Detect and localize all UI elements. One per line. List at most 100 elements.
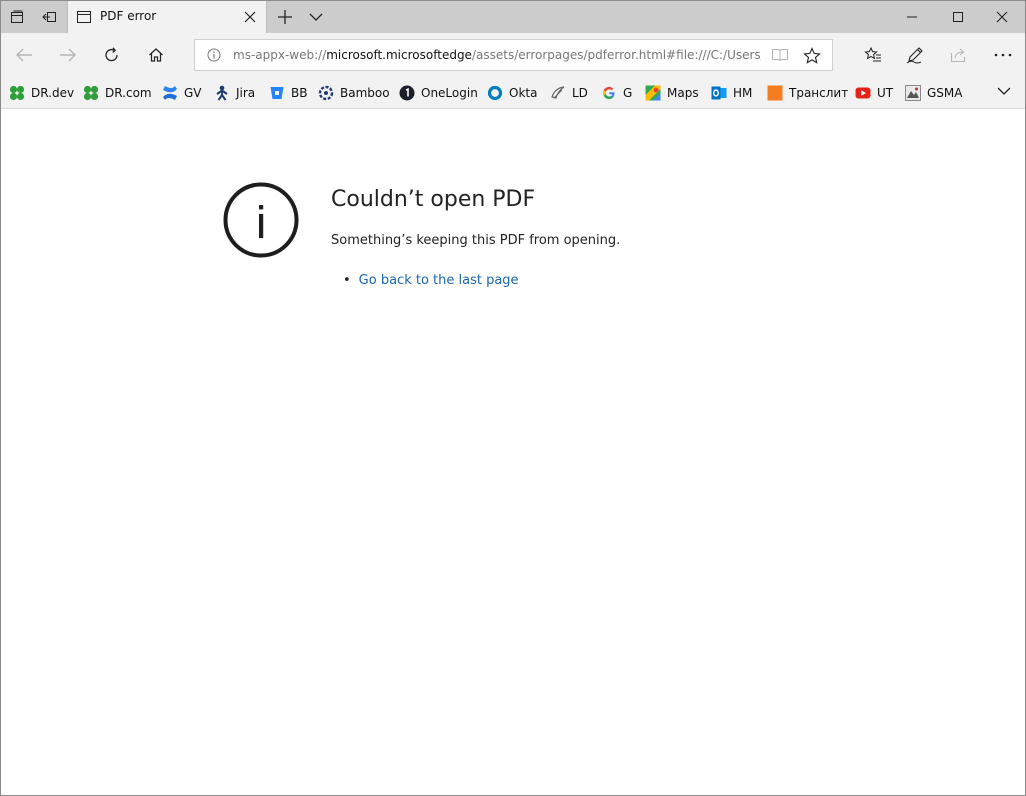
error-description: Something’s keeping this PDF from openin… <box>331 233 621 248</box>
more-menu-button[interactable] <box>987 39 1019 71</box>
favorite-translit[interactable]: Транслит <box>767 84 848 102</box>
favorite-onelogin[interactable]: OneLogin <box>399 84 478 102</box>
more-dots-icon <box>994 53 1012 57</box>
page-title: Couldn’t open PDF <box>331 187 536 212</box>
site-info-icon[interactable] <box>207 48 221 62</box>
window-close-button[interactable] <box>979 1 1025 33</box>
chevron-down-icon[interactable] <box>997 85 1011 97</box>
minimize-button[interactable] <box>889 1 935 33</box>
gsma-icon <box>905 85 921 101</box>
favorites-hub-button[interactable] <box>857 39 889 71</box>
maximize-icon <box>953 12 963 22</box>
favorites-bar: DR.dev DR.com GV Jira BB Bamboo OneLogin <box>1 77 1025 109</box>
favorite-label: UT <box>877 86 894 100</box>
refresh-icon <box>105 47 118 62</box>
url-host: microsoft.microsoftedge <box>326 48 472 62</box>
share-icon <box>950 48 966 63</box>
address-bar[interactable]: ms-appx-web://microsoft.microsoftedge/as… <box>194 39 833 71</box>
favorites-list-icon <box>864 47 881 62</box>
jira-icon <box>216 85 228 101</box>
favorite-okta[interactable]: Okta <box>487 84 537 102</box>
favorite-bb[interactable]: BB <box>269 84 307 102</box>
close-icon <box>244 11 256 23</box>
outlook-icon <box>711 86 727 100</box>
confluence-icon <box>163 86 177 100</box>
forward-button[interactable] <box>52 39 84 71</box>
home-button[interactable] <box>140 39 172 71</box>
onelogin-icon <box>399 85 415 101</box>
favorite-jira[interactable]: Jira <box>214 84 255 102</box>
ld-icon <box>551 86 565 99</box>
favorite-dr-dev[interactable]: DR.dev <box>9 84 74 102</box>
tabs-aside-button[interactable] <box>1 1 33 33</box>
bitbucket-icon <box>270 87 284 99</box>
arrow-left-icon <box>16 48 32 62</box>
minimize-icon <box>907 16 917 18</box>
maximize-button[interactable] <box>935 1 981 33</box>
favorite-label: LD <box>572 86 588 100</box>
chevron-down-icon <box>309 13 323 21</box>
favorite-label: G <box>623 86 633 100</box>
favorite-label: DR.com <box>105 86 152 100</box>
favorite-label: GSMA <box>927 86 963 100</box>
favorite-dr-com[interactable]: DR.com <box>83 84 152 102</box>
favorite-gv[interactable]: GV <box>162 84 202 102</box>
share-button[interactable] <box>943 39 975 71</box>
set-tabs-aside-icon <box>42 12 56 22</box>
favorite-label: Maps <box>667 86 699 100</box>
favorite-label: Jira <box>236 86 256 100</box>
clover-icon <box>83 85 99 101</box>
favorite-label: Okta <box>509 86 538 100</box>
translit-icon <box>767 85 783 101</box>
page-content: Couldn’t open PDF Something’s keeping th… <box>1 109 1025 795</box>
favorite-label: Bamboo <box>340 86 390 100</box>
list-item: Go back to the last page <box>343 273 519 288</box>
title-bar: PDF error <box>1 1 1025 33</box>
tab-title: PDF error <box>100 9 157 23</box>
favorite-label: DR.dev <box>31 86 75 100</box>
set-tabs-aside-button[interactable] <box>34 1 66 33</box>
tab-pdf-error[interactable]: PDF error <box>67 1 267 33</box>
info-icon <box>223 182 299 258</box>
back-button[interactable] <box>8 39 40 71</box>
suggestions-list: Go back to the last page <box>343 273 519 288</box>
tab-close-button[interactable] <box>242 9 258 25</box>
go-back-link[interactable]: Go back to the last page <box>359 273 519 288</box>
favorite-maps[interactable]: Maps <box>645 84 699 102</box>
google-icon <box>602 86 615 100</box>
arrow-right-icon <box>60 48 76 62</box>
tabs-aside-icon <box>11 10 23 23</box>
favorite-label: HM <box>733 86 753 100</box>
home-icon <box>149 48 163 62</box>
favorite-g[interactable]: G <box>601 84 632 102</box>
clover-icon <box>9 85 25 101</box>
favorite-label: GV <box>184 86 202 100</box>
favorite-gsma[interactable]: GSMA <box>905 84 962 102</box>
favorite-label: BB <box>291 86 308 100</box>
tab-preview-button[interactable] <box>300 1 332 33</box>
url-text[interactable]: ms-appx-web://microsoft.microsoftedge/as… <box>233 48 761 62</box>
favorite-ld[interactable]: LD <box>550 84 588 102</box>
youtube-icon <box>855 87 871 99</box>
favorite-hm[interactable]: HM <box>711 84 752 102</box>
okta-icon <box>487 85 503 101</box>
page-icon <box>77 11 91 23</box>
bamboo-icon <box>318 85 334 101</box>
maps-icon <box>645 85 661 101</box>
close-icon <box>996 11 1008 23</box>
favorite-label: OneLogin <box>421 86 478 100</box>
new-tab-button[interactable] <box>269 1 301 33</box>
refresh-button[interactable] <box>96 39 128 71</box>
favorite-star-icon[interactable] <box>803 47 821 65</box>
favorite-label: Транслит <box>789 86 849 100</box>
web-note-button[interactable] <box>899 39 931 71</box>
browser-window: PDF error ms-appx-web://microsoft.micros… <box>0 0 1026 796</box>
reading-view-icon[interactable] <box>771 47 789 63</box>
navigation-bar: ms-appx-web://microsoft.microsoftedge/as… <box>1 33 1025 77</box>
url-path: /assets/errorpages/pdferror.html#file://… <box>471 48 761 62</box>
favorite-bamboo[interactable]: Bamboo <box>318 84 390 102</box>
favorite-ut[interactable]: UT <box>855 84 893 102</box>
url-prefix: ms-appx-web:// <box>233 48 327 62</box>
pen-icon <box>906 47 923 64</box>
plus-icon <box>278 10 292 24</box>
